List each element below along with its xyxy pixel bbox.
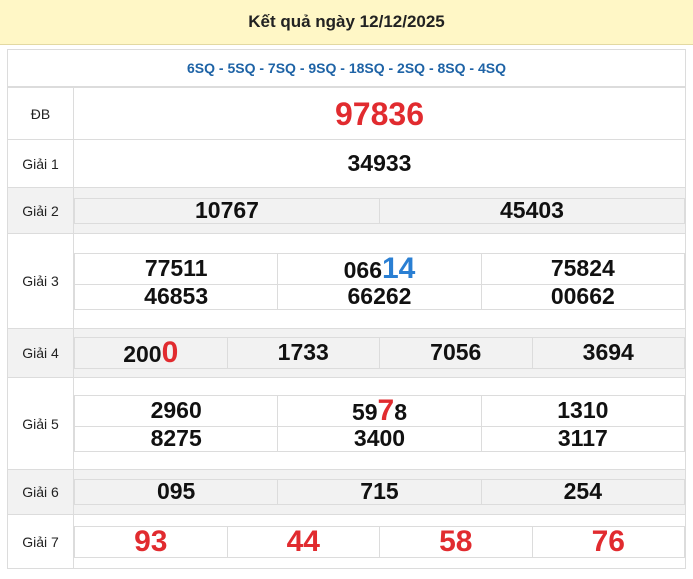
- page-title: Kết quả ngày 12/12/2025: [0, 0, 693, 45]
- prize-4-number: 7056: [430, 339, 482, 365]
- results-page: Kết quả ngày 12/12/2025 6SQ - 5SQ - 7SQ …: [0, 0, 693, 579]
- label-prize-2: Giải 2: [7, 187, 74, 234]
- prize-5-number: 2960: [150, 397, 202, 423]
- prize-7-number: 93: [134, 524, 168, 558]
- prize-3-grid: 77511 06614 75824 46853 66262 00662: [73, 251, 686, 310]
- results-table: ĐB 97836 Giải 1 34933 Giải 2 10767 45403…: [7, 87, 686, 569]
- label-special: ĐB: [7, 87, 74, 140]
- prize-4-grid: 2000 1733 7056 3694: [74, 337, 685, 369]
- prize-7-grid: 93 44 58 76: [74, 524, 685, 558]
- label-prize-7: Giải 7: [7, 514, 74, 569]
- prize-5-number: 3117: [557, 425, 608, 451]
- highlight-digits: 7: [377, 394, 395, 427]
- prize-5-number: 5978: [351, 394, 408, 427]
- highlight-digits: 14: [381, 251, 416, 285]
- special-prize-number: 97836: [335, 95, 424, 132]
- row-special: ĐB 97836: [7, 87, 686, 140]
- ticket-codes: 6SQ - 5SQ - 7SQ - 9SQ - 18SQ - 2SQ - 8SQ…: [7, 49, 686, 87]
- prize-3-number: 06614: [343, 251, 416, 285]
- prize-2-number: 45403: [500, 196, 564, 223]
- prize-5-grid: 2960 5978 1310 8275 3400 3117: [73, 394, 686, 452]
- prize-5-number: 3400: [353, 425, 406, 451]
- prize-5-number: 8275: [150, 425, 202, 451]
- prize-3-number: 00662: [550, 282, 615, 309]
- row-prize-1: Giải 1 34933: [7, 139, 686, 188]
- prize-3-number: 75824: [550, 254, 615, 281]
- prize-1-number: 34933: [347, 149, 412, 176]
- label-prize-1: Giải 1: [7, 139, 74, 188]
- prize-3-number: 77511: [144, 254, 208, 281]
- row-prize-5: Giải 5 2960 5978 1310 8275 3400 3117: [7, 377, 686, 470]
- prize-6-number: 095: [156, 478, 196, 504]
- prize-7-number: 44: [286, 524, 320, 558]
- row-prize-4: Giải 4 2000 1733 7056 3694: [7, 328, 686, 378]
- prize-4-number: 3694: [582, 339, 634, 365]
- prize-2-grid: 10767 45403: [74, 196, 685, 224]
- prize-6-number: 715: [360, 478, 399, 504]
- prize-2-number: 10767: [195, 196, 259, 223]
- prize-7-number: 76: [591, 524, 625, 558]
- row-prize-6: Giải 6 095 715 254: [7, 469, 686, 515]
- row-prize-3: Giải 3 77511 06614 75824 46853 66262 006…: [7, 233, 686, 329]
- label-prize-5: Giải 5: [7, 377, 74, 470]
- label-prize-6: Giải 6: [7, 469, 74, 515]
- prize-6-number: 254: [563, 478, 603, 504]
- label-prize-3: Giải 3: [7, 233, 74, 329]
- prize-7-number: 58: [439, 524, 473, 558]
- prize-6-grid: 095 715 254: [73, 478, 686, 505]
- prize-4-number: 2000: [123, 336, 179, 369]
- row-prize-7: Giải 7 93 44 58 76: [7, 514, 686, 569]
- prize-3-number: 46853: [144, 282, 209, 309]
- label-prize-4: Giải 4: [7, 328, 74, 378]
- highlight-digits: 0: [161, 336, 179, 369]
- prize-5-number: 1310: [557, 397, 609, 423]
- row-prize-2: Giải 2 10767 45403: [7, 187, 686, 234]
- prize-3-number: 66262: [347, 282, 412, 309]
- prize-4-number: 1733: [277, 339, 329, 365]
